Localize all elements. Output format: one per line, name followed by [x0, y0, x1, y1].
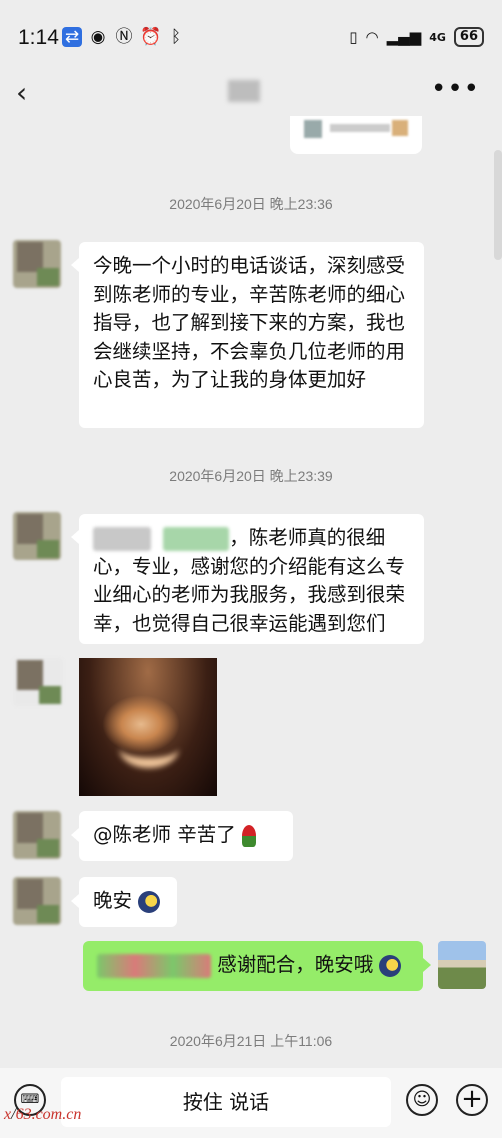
network-type: 4G	[429, 30, 446, 44]
my-avatar[interactable]	[438, 941, 486, 989]
watermark: x/63.com.cn	[4, 1106, 82, 1123]
redacted-name	[93, 526, 151, 551]
chevron-left-icon[interactable]: ‹	[16, 76, 27, 109]
timestamp: 2020年6月20日 晚上23:39	[169, 468, 333, 484]
vibrate-icon: ▯	[349, 28, 358, 46]
bubble-tail	[71, 894, 79, 908]
avatar[interactable]	[13, 877, 61, 925]
bubble-tail	[71, 258, 79, 272]
message-bubble[interactable]: 晚安	[79, 877, 177, 927]
sync-icon: ⇄	[62, 27, 82, 47]
avatar[interactable]	[13, 658, 63, 706]
moon-icon	[138, 890, 161, 913]
more-dots-icon[interactable]: •••	[431, 74, 480, 104]
plus-icon[interactable]: +	[456, 1084, 488, 1116]
card-text-blurred	[330, 124, 390, 132]
alarm-icon: ⏰	[140, 27, 162, 47]
nfc-icon: Ⓝ	[115, 27, 133, 47]
photo-detail	[119, 728, 179, 768]
bubble-tail	[71, 828, 79, 842]
avatar[interactable]	[13, 512, 61, 560]
eye-icon: ◉	[90, 27, 106, 47]
status-left-icons: ⇄ ◉ Ⓝ ⏰ ᛒ	[62, 27, 186, 47]
qr-thumbnail	[304, 120, 322, 138]
message-bubble[interactable]: ，陈老师真的很细心，专业，感谢您的介绍能有这么专业细心的老师为我服务，我感到很荣…	[79, 514, 424, 644]
bubble-tail	[423, 958, 431, 972]
emoji-icon[interactable]: ☺	[406, 1084, 438, 1116]
status-bar: 1:14 ⇄ ◉ Ⓝ ⏰ ᛒ ▯ ◠ ▂▄▆ 4G 66	[0, 0, 502, 70]
status-time: 1:14	[18, 26, 59, 49]
shared-card[interactable]	[290, 116, 422, 154]
bubble-tail	[71, 530, 79, 544]
heart-hands-photo[interactable]	[79, 658, 217, 796]
card-image-blurred	[392, 120, 408, 136]
chat-title-blurred	[228, 80, 260, 102]
status-right-icons: ▯ ◠ ▂▄▆ 4G 66	[349, 27, 484, 47]
wifi-icon: ◠	[365, 28, 379, 46]
message-text: 感谢配合，晚安哦	[217, 953, 374, 976]
signal-icon: ▂▄▆	[386, 28, 422, 46]
avatar[interactable]	[13, 240, 61, 288]
hold-to-talk-button[interactable]: 按住 说话	[61, 1077, 391, 1127]
moon-icon	[379, 954, 402, 977]
timestamp: 2020年6月20日 晚上23:36	[169, 196, 333, 212]
rose-icon	[241, 824, 256, 847]
message-bubble[interactable]: 今晚一个小时的电话谈话，深刻感受到陈老师的专业，辛苦陈老师的细心指导，也了解到接…	[79, 242, 424, 428]
avatar[interactable]	[13, 811, 61, 859]
timestamp: 2020年6月21日 上午11:06	[169, 1033, 333, 1049]
battery-icon: 66	[453, 27, 484, 47]
chat-header: ‹ •••	[0, 70, 502, 112]
message-text: @陈老师 辛苦了	[93, 823, 236, 846]
redacted-name	[163, 526, 230, 551]
redacted-name	[97, 953, 211, 978]
message-text: 晚安	[93, 889, 133, 912]
input-bar: ⌨ 按住 说话 ☺ +	[0, 1068, 502, 1138]
message-bubble[interactable]: @陈老师 辛苦了	[79, 811, 293, 861]
bluetooth-icon: ᛒ	[170, 27, 182, 47]
my-message-bubble[interactable]: 感谢配合，晚安哦	[83, 941, 423, 991]
